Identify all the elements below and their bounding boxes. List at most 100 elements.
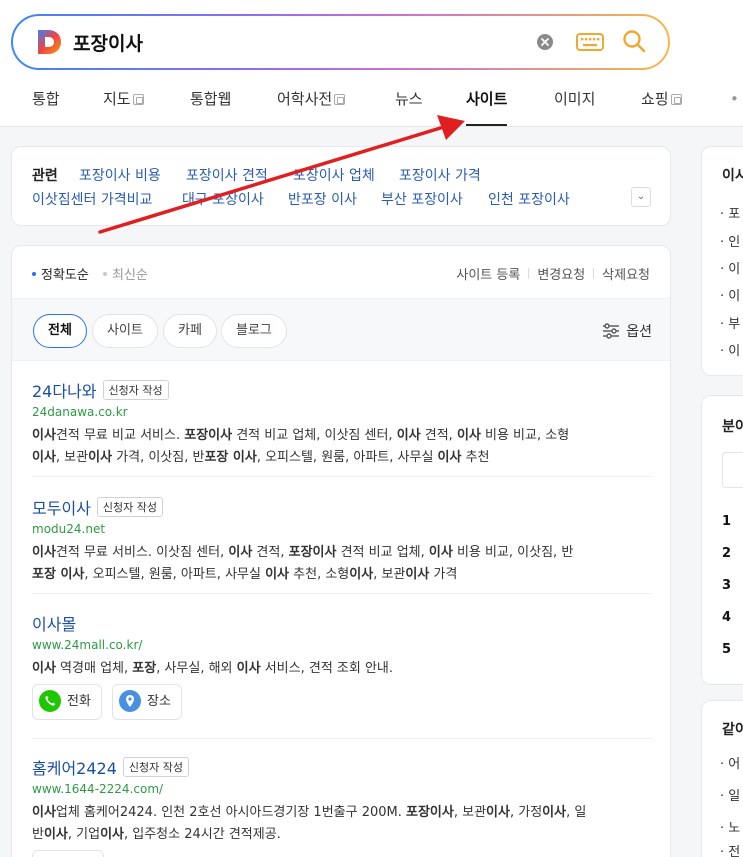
sort-accuracy[interactable]: 정확도순 [32, 268, 89, 283]
rail-item[interactable]: · 이 [720, 340, 740, 359]
filter-blog[interactable]: 블로그 [221, 314, 287, 348]
sliders-icon [603, 323, 620, 339]
rail-tab-box[interactable] [722, 452, 743, 488]
rail-card-title: 분이 [722, 419, 743, 435]
phone-label: 전화 [67, 694, 91, 709]
rail-item[interactable]: · 부 [720, 313, 740, 332]
related-searches: 관련 포장이사 비용 포장이사 견적 포장이사 업체 포장이사 가격 이삿짐센터… [11, 146, 671, 226]
divider [32, 593, 652, 594]
more-tabs-icon[interactable]: •• [730, 82, 743, 116]
related-link[interactable]: 부산 포장이사 [381, 189, 463, 209]
header: 통합 지도 통합웹 어학사전 뉴스 사이트 이미지 쇼핑 •• [0, 0, 743, 127]
tab-image[interactable]: 이미지 [554, 82, 595, 127]
rail-card-title: 같이 [722, 722, 743, 738]
description-line: 이사견적 무료 비교 서비스. 포장이사 견적 비교 업체, 이삿짐 센터, 이… [32, 428, 570, 443]
rail-item-text: 이 [728, 262, 741, 277]
result-title[interactable]: 24다나와 [32, 378, 97, 402]
rail-card-title: 이시 [722, 168, 743, 184]
tab-label: 사이트 [466, 90, 508, 108]
change-request-link[interactable]: 변경요청 [537, 268, 585, 283]
rank-number: 4 [722, 610, 732, 625]
related-link[interactable]: 포장이사 업체 [293, 165, 375, 185]
divider [32, 476, 652, 477]
location-button[interactable]: 장소 [112, 684, 182, 720]
tab-site[interactable]: 사이트 [466, 82, 508, 127]
result-item: 이사몰 www.24mall.co.kr/ 이사 역경매 업체, 포장, 사무실… [32, 611, 652, 680]
right-rail-card: 분이 1 2 3 4 5 [701, 395, 743, 685]
result-url[interactable]: modu24.net [32, 522, 652, 536]
description-line: 이사견적 무료 서비스. 이삿짐 센터, 이사 견적, 포장이사 견적 비교 업… [32, 545, 574, 560]
related-link[interactable]: 포장이사 비용 [79, 165, 161, 185]
related-link[interactable]: 대구 포장이사 [182, 189, 264, 209]
daum-logo [38, 30, 61, 54]
search-box[interactable] [11, 14, 670, 70]
tab-web[interactable]: 통합웹 [190, 82, 231, 127]
phone-icon [39, 689, 61, 712]
tab-label: 통합웹 [190, 90, 232, 108]
rail-item[interactable]: · 노 [720, 817, 740, 836]
result-url[interactable]: www.24mall.co.kr/ [32, 638, 652, 652]
external-link-icon [670, 94, 682, 105]
sort-options: 정확도순 최신순 [32, 264, 148, 283]
register-site-link[interactable]: 사이트 등록 [456, 268, 520, 283]
result-title[interactable]: 모두이사 [32, 495, 91, 519]
rail-item-text: 일 [728, 789, 741, 804]
external-link-icon [132, 94, 144, 105]
related-link[interactable]: 반포장 이사 [288, 189, 357, 209]
result-title[interactable]: 이사몰 [32, 611, 76, 635]
result-url[interactable]: 24danawa.co.kr [32, 405, 652, 419]
sort-label: 최신순 [111, 268, 148, 283]
rail-item[interactable]: · 인 [720, 231, 740, 250]
external-link-icon [334, 94, 346, 105]
chevron-down-icon[interactable]: ⌄ [631, 187, 651, 207]
result-title[interactable]: 홈케어2424 [32, 755, 117, 779]
selected-dot-icon [32, 272, 36, 276]
tab-integrated[interactable]: 통합 [32, 82, 60, 127]
phone-button[interactable] [32, 850, 104, 857]
phone-button[interactable]: 전화 [32, 684, 102, 720]
related-link[interactable]: 이삿짐센터 가격비교 [32, 189, 152, 209]
clear-icon[interactable] [535, 32, 555, 52]
rail-item[interactable]: · 이 [720, 285, 740, 304]
delete-request-link[interactable]: 삭제요청 [602, 268, 650, 283]
tab-map[interactable]: 지도 [103, 82, 144, 127]
rail-item[interactable]: · 어 [720, 753, 740, 772]
search-icon[interactable] [621, 28, 647, 54]
right-rail-card: 같이 · 어 · 일 · 노 · 전 [701, 700, 743, 857]
sort-latest[interactable]: 최신순 [102, 268, 148, 283]
description-line: 이사업체 홈케어2424. 인천 2호선 아시아드경기장 1번출구 200M. … [32, 805, 587, 820]
filter-cafe[interactable]: 카페 [163, 314, 217, 348]
result-description: 이사견적 무료 서비스. 이삿짐 센터, 이사 견적, 포장이사 견적 비교 업… [32, 542, 652, 586]
filter-all[interactable]: 전체 [33, 314, 87, 348]
tab-label: 쇼핑 [641, 90, 669, 108]
rail-item[interactable]: · 일 [720, 785, 740, 804]
keyboard-icon[interactable] [575, 30, 605, 54]
applicant-badge: 신청자 작성 [96, 497, 163, 517]
rank-number: 5 [722, 642, 732, 657]
tab-news[interactable]: 뉴스 [395, 82, 423, 127]
result-item: 24다나와 신청자 작성 24danawa.co.kr 이사견적 무료 비교 서비… [32, 378, 652, 469]
rail-item[interactable]: · 이 [720, 258, 740, 277]
result-description: 이사업체 홈케어2424. 인천 2호선 아시아드경기장 1번출구 200M. … [32, 802, 652, 846]
related-link[interactable]: 포장이사 가격 [399, 165, 481, 185]
search-tabs: 통합 지도 통합웹 어학사전 뉴스 사이트 이미지 쇼핑 •• [0, 82, 743, 127]
rail-item-text: 어 [728, 757, 741, 772]
tab-shopping[interactable]: 쇼핑 [641, 82, 682, 127]
rail-item-text: 인 [728, 235, 741, 250]
rank-number: 3 [722, 578, 732, 593]
search-input[interactable] [73, 26, 513, 58]
rail-item[interactable]: · 전 [720, 841, 740, 857]
tab-dictionary[interactable]: 어학사전 [277, 82, 346, 127]
rail-item[interactable]: · 포 [720, 203, 740, 222]
related-link[interactable]: 인천 포장이사 [488, 189, 570, 209]
applicant-badge: 신청자 작성 [122, 757, 189, 777]
description-line: 이사 역경매 업체, 포장, 사무실, 해외 이사 서비스, 견적 조회 안내. [32, 661, 394, 676]
options-button[interactable]: 옵션 [602, 321, 652, 341]
applicant-badge: 신청자 작성 [102, 380, 169, 400]
site-actions: 사이트 등록 변경요청 삭제요청 [456, 264, 650, 283]
related-link[interactable]: 포장이사 견적 [186, 165, 268, 185]
filter-site[interactable]: 사이트 [92, 314, 158, 348]
result-url[interactable]: www.1644-2224.com/ [32, 782, 652, 796]
rail-item-text: 부 [728, 317, 741, 332]
description-line: 반이사, 기업이사, 입주청소 24시간 견적제공. [32, 827, 281, 842]
